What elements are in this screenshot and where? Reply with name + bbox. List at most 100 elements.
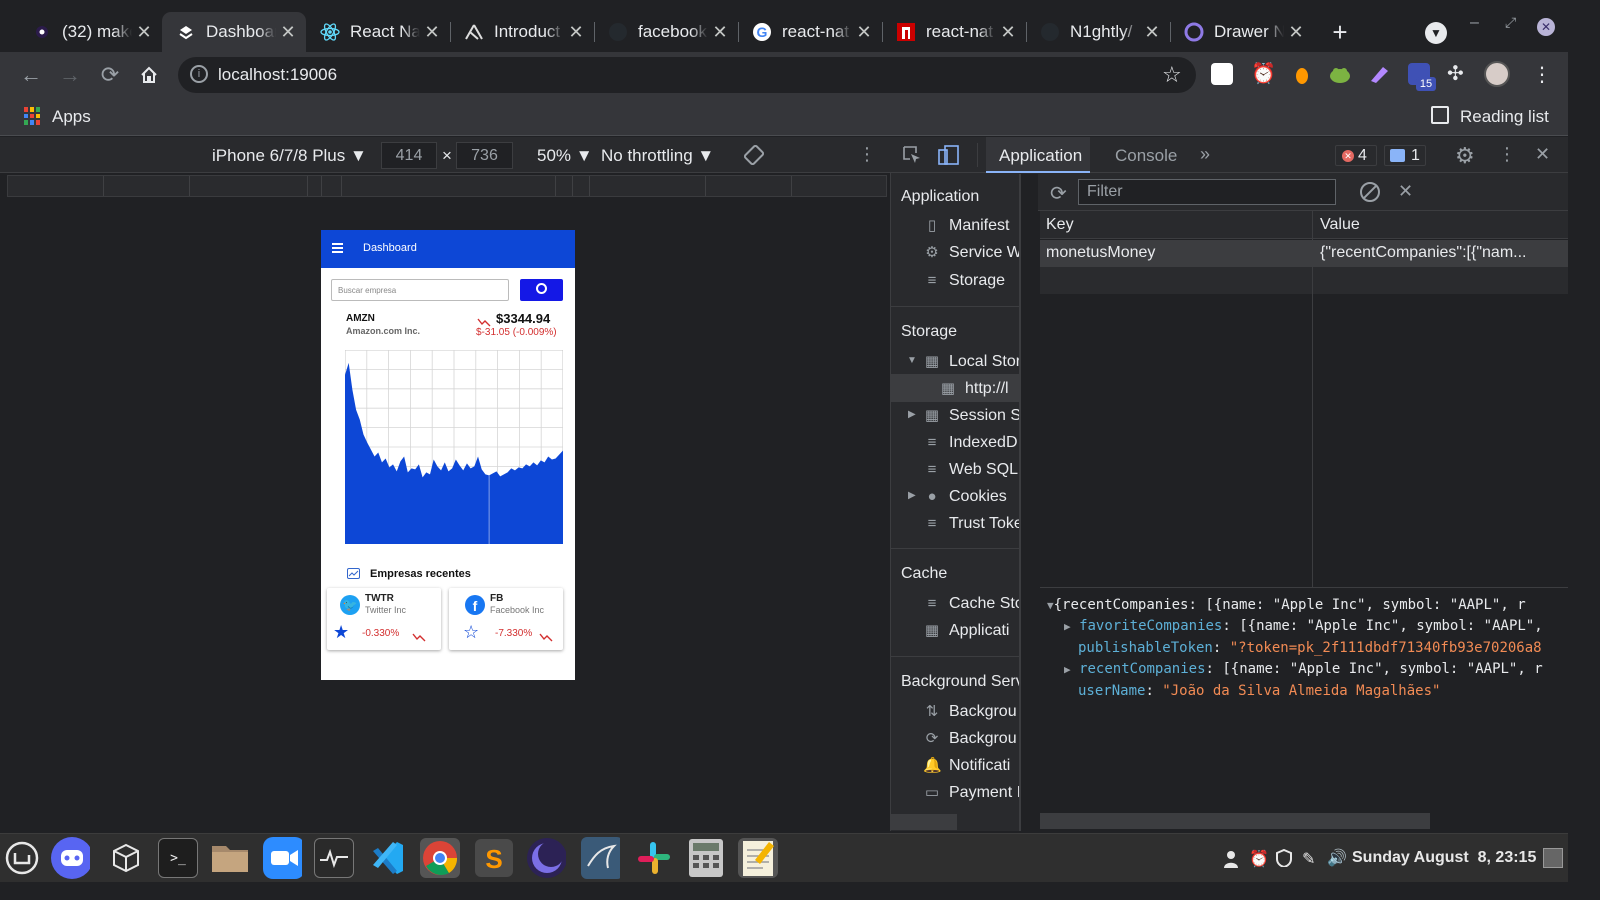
- sheets-extension-icon[interactable]: [1211, 63, 1233, 85]
- box-icon[interactable]: [106, 838, 146, 878]
- volume-icon[interactable]: 🔊: [1327, 848, 1347, 868]
- forward-arrow-icon[interactable]: →: [55, 60, 85, 90]
- eclipse-icon[interactable]: [526, 838, 566, 878]
- close-devtools-icon[interactable]: ✕: [1535, 144, 1550, 165]
- sidebar-item-indexeddb[interactable]: ≡ IndexedD: [923, 434, 1018, 452]
- device-select[interactable]: iPhone 6/7/8 Plus ▼: [212, 146, 367, 166]
- browser-tab[interactable]: G react-nat ✕: [738, 12, 882, 52]
- preview-root[interactable]: ▼{recentCompanies: [{name: "Apple Inc", …: [1047, 597, 1526, 613]
- close-tab-icon[interactable]: ✕: [852, 22, 876, 43]
- close-window-icon[interactable]: ✕: [1537, 18, 1555, 36]
- tab-search-icon[interactable]: ▼: [1425, 22, 1447, 44]
- sidebar-item-background-sync[interactable]: ⟳ Backgrou: [923, 730, 1017, 748]
- reload-icon[interactable]: ⟳: [95, 60, 125, 90]
- browser-tab[interactable]: react-nat ✕: [882, 12, 1026, 52]
- messages-badge[interactable]: 1: [1384, 145, 1426, 166]
- sidebar-item-web-sql[interactable]: ≡ Web SQL: [923, 461, 1018, 479]
- sidebar-item-cache-storage[interactable]: ≡ Cache Sto: [923, 595, 1019, 613]
- favorite-star-outline-icon[interactable]: ☆: [463, 622, 479, 643]
- zoom-icon[interactable]: [262, 837, 302, 879]
- column-header-value[interactable]: Value: [1320, 216, 1360, 234]
- tab-console[interactable]: Console: [1115, 146, 1177, 166]
- puzzle-extensions-icon[interactable]: ✣: [1447, 63, 1469, 85]
- close-tab-icon[interactable]: ✕: [420, 22, 444, 43]
- browser-tab[interactable]: (32) make ✕: [18, 12, 162, 52]
- favorite-star-filled-icon[interactable]: ★: [333, 622, 349, 643]
- paint-extension-icon[interactable]: [1368, 63, 1390, 85]
- minimize-icon[interactable]: –: [1470, 14, 1479, 32]
- sublime-icon[interactable]: S: [474, 838, 514, 878]
- browser-tab[interactable]: facebook ✕: [594, 12, 738, 52]
- device-width-input[interactable]: 414: [381, 142, 437, 169]
- clock[interactable]: Sunday August 8, 23:15: [1352, 849, 1536, 867]
- hamburger-menu-icon[interactable]: [332, 243, 343, 253]
- user-icon[interactable]: [1224, 850, 1238, 868]
- devtools-menu-icon[interactable]: ⋮: [1498, 144, 1516, 165]
- settings-gear-icon[interactable]: ⚙: [1455, 143, 1475, 169]
- mysql-workbench-icon[interactable]: [580, 837, 620, 879]
- reading-list-button[interactable]: Reading list: [1460, 107, 1549, 127]
- zoom-select[interactable]: 50% ▼: [537, 146, 593, 166]
- close-tab-icon[interactable]: ✕: [132, 22, 156, 43]
- browser-tab-active[interactable]: Dashboard ✕: [162, 12, 306, 52]
- calculator-icon[interactable]: [686, 838, 726, 878]
- bookmark-star-icon[interactable]: ☆: [1162, 62, 1182, 88]
- sidebar-item-application-cache[interactable]: ▦ Applicati: [923, 622, 1010, 640]
- filter-input[interactable]: Filter: [1078, 179, 1336, 205]
- shield-icon[interactable]: [1276, 848, 1292, 869]
- recent-company-card[interactable]: 🐦 TWTR Twitter Inc ★ -0.330%: [327, 588, 441, 650]
- search-input[interactable]: Buscar empresa: [331, 279, 509, 301]
- new-tab-button[interactable]: +: [1326, 18, 1354, 46]
- refresh-icon[interactable]: ⟳: [1050, 181, 1067, 206]
- inspect-element-icon[interactable]: [902, 145, 922, 165]
- alarm-extension-icon[interactable]: ⏰: [1251, 63, 1276, 85]
- apps-bookmark[interactable]: Apps: [52, 107, 91, 127]
- frog-extension-icon[interactable]: [1329, 63, 1351, 85]
- device-more-icon[interactable]: ⋮: [858, 144, 876, 165]
- more-tabs-icon[interactable]: »: [1200, 144, 1210, 165]
- search-button[interactable]: [520, 279, 563, 301]
- browser-tab[interactable]: React Na ✕: [306, 12, 450, 52]
- close-tab-icon[interactable]: ✕: [1140, 22, 1164, 43]
- sidebar-item-storage[interactable]: ≡ Storage: [923, 272, 1005, 290]
- site-info-icon[interactable]: i: [190, 65, 208, 83]
- files-icon[interactable]: [210, 838, 250, 878]
- device-toggle-icon[interactable]: [938, 144, 960, 166]
- close-tab-icon[interactable]: ✕: [1284, 22, 1308, 43]
- vscode-icon[interactable]: [368, 838, 408, 878]
- throttling-select[interactable]: No throttling ▼: [601, 146, 714, 166]
- terminal-icon[interactable]: >_: [158, 838, 198, 878]
- expanded-arrow-icon[interactable]: ▼: [907, 355, 917, 366]
- clear-all-icon[interactable]: [1360, 182, 1380, 202]
- sidebar-item-cookies[interactable]: ● Cookies: [923, 488, 1006, 506]
- browser-tab[interactable]: N1ghtly/ ✕: [1026, 12, 1170, 52]
- drop-extension-icon[interactable]: [1291, 63, 1313, 85]
- rotate-icon[interactable]: [743, 144, 765, 166]
- url-text[interactable]: localhost:19006: [218, 65, 337, 85]
- system-monitor-icon[interactable]: [314, 838, 354, 878]
- mint-menu-icon[interactable]: [2, 838, 42, 878]
- preview-line[interactable]: ▶ favoriteCompanies: [{name: "Apple Inc"…: [1064, 618, 1543, 634]
- browser-tab[interactable]: Introduct ✕: [450, 12, 594, 52]
- network-icon[interactable]: ✎: [1302, 849, 1315, 869]
- kebab-menu-icon[interactable]: ⋮: [1532, 62, 1552, 87]
- chrome-icon[interactable]: [420, 838, 460, 878]
- close-tab-icon[interactable]: ✕: [708, 22, 732, 43]
- preview-line[interactable]: ▶ recentCompanies: [{name: "Apple Inc", …: [1064, 661, 1543, 677]
- text-editor-icon[interactable]: [738, 838, 778, 878]
- close-tab-icon[interactable]: ✕: [564, 22, 588, 43]
- sidebar-item-manifest[interactable]: ▯ Manifest: [923, 217, 1010, 235]
- device-height-input[interactable]: 736: [456, 142, 513, 169]
- restore-icon[interactable]: ⤢: [1505, 14, 1516, 31]
- avatar[interactable]: [1484, 61, 1510, 87]
- sidebar-item-session-storage[interactable]: ▦ Session St: [923, 407, 1019, 425]
- sidebar-item-trust-tokens[interactable]: ≡ Trust Toke: [923, 515, 1019, 533]
- discord-icon[interactable]: [50, 837, 90, 879]
- sidebar-item-payment-handler[interactable]: ▭ Payment I: [923, 784, 1019, 802]
- sidebar-item-localhost[interactable]: ▦ http://l: [939, 380, 1009, 398]
- close-tab-icon[interactable]: ✕: [996, 22, 1020, 43]
- recent-company-card[interactable]: f FB Facebook Inc ☆ -7.330%: [449, 588, 563, 650]
- delete-selected-icon[interactable]: ✕: [1398, 181, 1413, 202]
- back-arrow-icon[interactable]: ←: [16, 60, 46, 90]
- sidebar-item-local-storage[interactable]: ▦ Local Stor: [923, 353, 1019, 371]
